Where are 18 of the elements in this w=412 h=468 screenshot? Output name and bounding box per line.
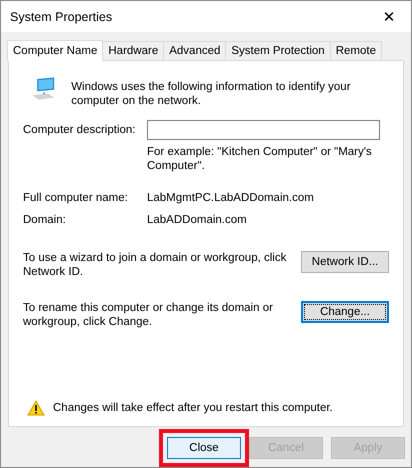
close-button[interactable]: ✕ (367, 1, 411, 32)
instruction-text: To rename this computer or change its domain or workgroup, click Change. (23, 301, 274, 329)
field-label: Computer description: (23, 124, 136, 136)
info-value: LabADDomain.com (147, 213, 248, 228)
action-button[interactable]: Change... (301, 301, 389, 323)
tab[interactable]: Computer Name (7, 40, 104, 61)
tab[interactable]: Remote (330, 41, 382, 60)
info-label: Full computer name: (23, 191, 129, 206)
info-label: Domain: (23, 213, 67, 228)
intro-text: Windows uses the following information to identify your computer on the network. (71, 80, 352, 108)
description-field[interactable] (147, 120, 380, 140)
warning-icon (27, 400, 45, 416)
window-title: System Properties (10, 10, 112, 24)
instruction-text: To use a wizard to join a domain or workgroup, click Network ID. (23, 251, 288, 279)
hint-text: For example: "Kitchen Computer" or "Mary's Computer". (147, 145, 373, 173)
action-button[interactable]: Network ID... (301, 251, 389, 273)
notice-text: Changes will take effect after you restart this computer. (53, 402, 333, 414)
info-value: LabMgmtPC.LabADDomain.com (147, 191, 315, 206)
